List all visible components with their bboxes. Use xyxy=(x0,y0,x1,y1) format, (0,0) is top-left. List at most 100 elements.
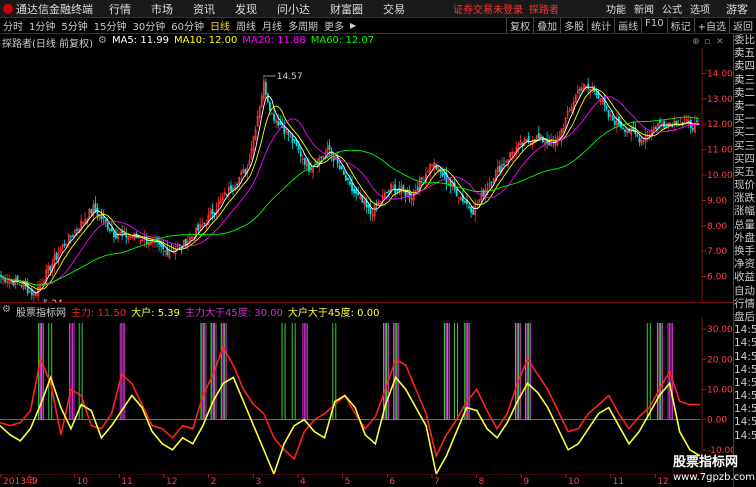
candle-body xyxy=(213,212,216,215)
candle-body xyxy=(55,252,58,260)
candle-body xyxy=(443,172,446,175)
close-icon[interactable]: ✕ xyxy=(716,37,724,47)
candle-body xyxy=(490,181,493,184)
period-5min[interactable]: 5分钟 xyxy=(58,18,90,33)
pane-divider[interactable] xyxy=(0,302,733,303)
period-60min[interactable]: 60分钟 xyxy=(168,18,207,33)
candle-body xyxy=(464,200,466,203)
quote-label[interactable]: 14:56 xyxy=(734,324,756,337)
fuquan-button[interactable]: 复权 xyxy=(506,18,533,33)
candle-body xyxy=(232,188,234,190)
diejia-button[interactable]: 叠加 xyxy=(533,18,560,33)
f10-button[interactable]: F10 xyxy=(641,18,666,33)
menu-item-zixun[interactable]: 资讯 xyxy=(183,1,225,17)
ma10-line xyxy=(0,88,700,290)
quote-label: 买一 xyxy=(734,113,755,126)
y-tick-label: 9.00 xyxy=(707,196,727,206)
candle-body xyxy=(230,185,232,191)
x-tick-label: 4 xyxy=(300,477,306,487)
menu-item-faxian[interactable]: 发现 xyxy=(225,1,267,17)
ma60-line xyxy=(0,116,700,286)
quote-label[interactable]: 14:56 xyxy=(734,390,756,403)
y-tick-label: 12.00 xyxy=(707,120,733,130)
quote-label: 涨跌 xyxy=(734,192,755,205)
quote-label[interactable]: 14:56 xyxy=(734,430,756,443)
indicator-chart[interactable]: -10.000.0010.0020.0030.00 xyxy=(0,317,733,474)
tongji-button[interactable]: 统计 xyxy=(587,18,614,33)
back-button[interactable]: 返回 xyxy=(729,18,756,33)
menu-item-hangqing[interactable]: 行情 xyxy=(99,1,141,17)
candle-body xyxy=(308,162,310,172)
indicator-settings-icon[interactable]: ⚙ xyxy=(2,304,11,317)
quote-label[interactable]: 14:56 xyxy=(734,377,756,390)
quote-label: 总量 xyxy=(734,218,755,231)
stock-name-link[interactable]: 探路者 xyxy=(526,1,562,16)
main-chart-legend: 探路者(日线 前复权) ⚙ MA5: 11.99 MA10: 12.00 MA2… xyxy=(2,35,374,50)
menu-item-xuanxiang[interactable]: 选项 xyxy=(686,1,714,16)
candle-body xyxy=(611,116,614,121)
period-weekly[interactable]: 周线 xyxy=(233,18,259,33)
candle-body xyxy=(663,121,665,128)
expand-icon[interactable]: ⊕ xyxy=(692,37,700,47)
candle-body xyxy=(94,203,97,212)
menu-item-gongshi[interactable]: 公式 xyxy=(658,1,686,16)
quote-label[interactable]: 行情 xyxy=(734,298,756,311)
period-monthly[interactable]: 月线 xyxy=(259,18,285,33)
dahu45-value: 大户大于45度: 0.00 xyxy=(287,308,380,319)
sub-y-tick-label: 30.00 xyxy=(707,325,733,335)
candle-body xyxy=(607,110,610,118)
period-multi[interactable]: 多周期 xyxy=(285,18,321,33)
quote-label[interactable]: 14:56 xyxy=(734,337,756,350)
candle-body xyxy=(108,229,111,232)
chart-toolbar: 复权 叠加 多股 统计 画线 F10 标记 +自选 返回 xyxy=(506,18,756,33)
restore-icon[interactable]: ▫ xyxy=(704,37,710,47)
x-tick-label: 6 xyxy=(389,477,395,487)
duogu-button[interactable]: 多股 xyxy=(560,18,587,33)
login-warning[interactable]: 证券交易未登录 xyxy=(450,1,526,16)
quote-label[interactable]: 14:56 xyxy=(734,416,756,429)
quote-label: 收益 xyxy=(734,271,755,284)
quote-label: 卖五 xyxy=(734,47,755,60)
menu-item-jiaoyi[interactable]: 交易 xyxy=(373,1,415,17)
period-fenshi[interactable]: 分时 xyxy=(0,18,26,33)
candle-body xyxy=(69,235,72,237)
x-tick-label: 9 xyxy=(32,477,38,487)
y-tick-label: 10.00 xyxy=(707,171,733,181)
period-more[interactable]: 更多 xyxy=(321,18,347,33)
candle-body xyxy=(162,244,165,249)
candle-body xyxy=(244,169,247,174)
quote-label: 卖一 xyxy=(734,99,755,112)
quote-label[interactable]: 14:56 xyxy=(734,403,756,416)
quote-label[interactable]: 14:56 xyxy=(734,351,756,364)
menu-item-gongneng[interactable]: 功能 xyxy=(602,1,630,16)
menu-item-xinwen[interactable]: 新闻 xyxy=(630,1,658,16)
huaxian-button[interactable]: 画线 xyxy=(614,18,641,33)
sub-y-tick-label: 10.00 xyxy=(707,385,733,395)
settings-gear-icon[interactable]: ⚙ xyxy=(98,35,107,48)
ma10-value: MA10: 12.00 xyxy=(173,35,238,46)
candle-body xyxy=(76,229,78,231)
chevron-right-icon[interactable]: ▶ xyxy=(347,21,359,30)
x-tick-label: 5 xyxy=(345,477,351,487)
biaoji-button[interactable]: 标记 xyxy=(666,18,694,33)
x-tick-label: 8 xyxy=(479,477,485,487)
period-1min[interactable]: 1分钟 xyxy=(26,18,58,33)
quote-label: 委比 xyxy=(734,34,755,46)
guest-user[interactable]: 游客 xyxy=(714,1,756,17)
period-30min[interactable]: 30分钟 xyxy=(129,18,168,33)
add-watchlist-button[interactable]: +自选 xyxy=(693,18,729,33)
candle-body xyxy=(20,285,23,287)
quote-label[interactable]: 自动 xyxy=(734,285,756,298)
candle-body xyxy=(197,224,200,231)
quote-label[interactable]: 盘后 xyxy=(734,311,756,324)
period-15min[interactable]: 15分钟 xyxy=(91,18,130,33)
menu-item-wenxiaoda[interactable]: 问小达 xyxy=(267,1,320,17)
period-daily[interactable]: 日线 xyxy=(207,18,233,33)
candlestick-chart[interactable]: 6.00 7.00 8.00 9.00 10.00 11.00 12.00 13.00 14.0… xyxy=(0,48,733,302)
quote-label[interactable]: 14:56 xyxy=(734,364,756,377)
candle-body xyxy=(106,222,109,230)
x-tick-label: 11 xyxy=(613,477,624,487)
menu-item-caifuquan[interactable]: 财富圈 xyxy=(320,1,373,17)
menu-item-shichang[interactable]: 市场 xyxy=(141,1,183,17)
indicator-title: 股票指标网 xyxy=(15,308,66,319)
